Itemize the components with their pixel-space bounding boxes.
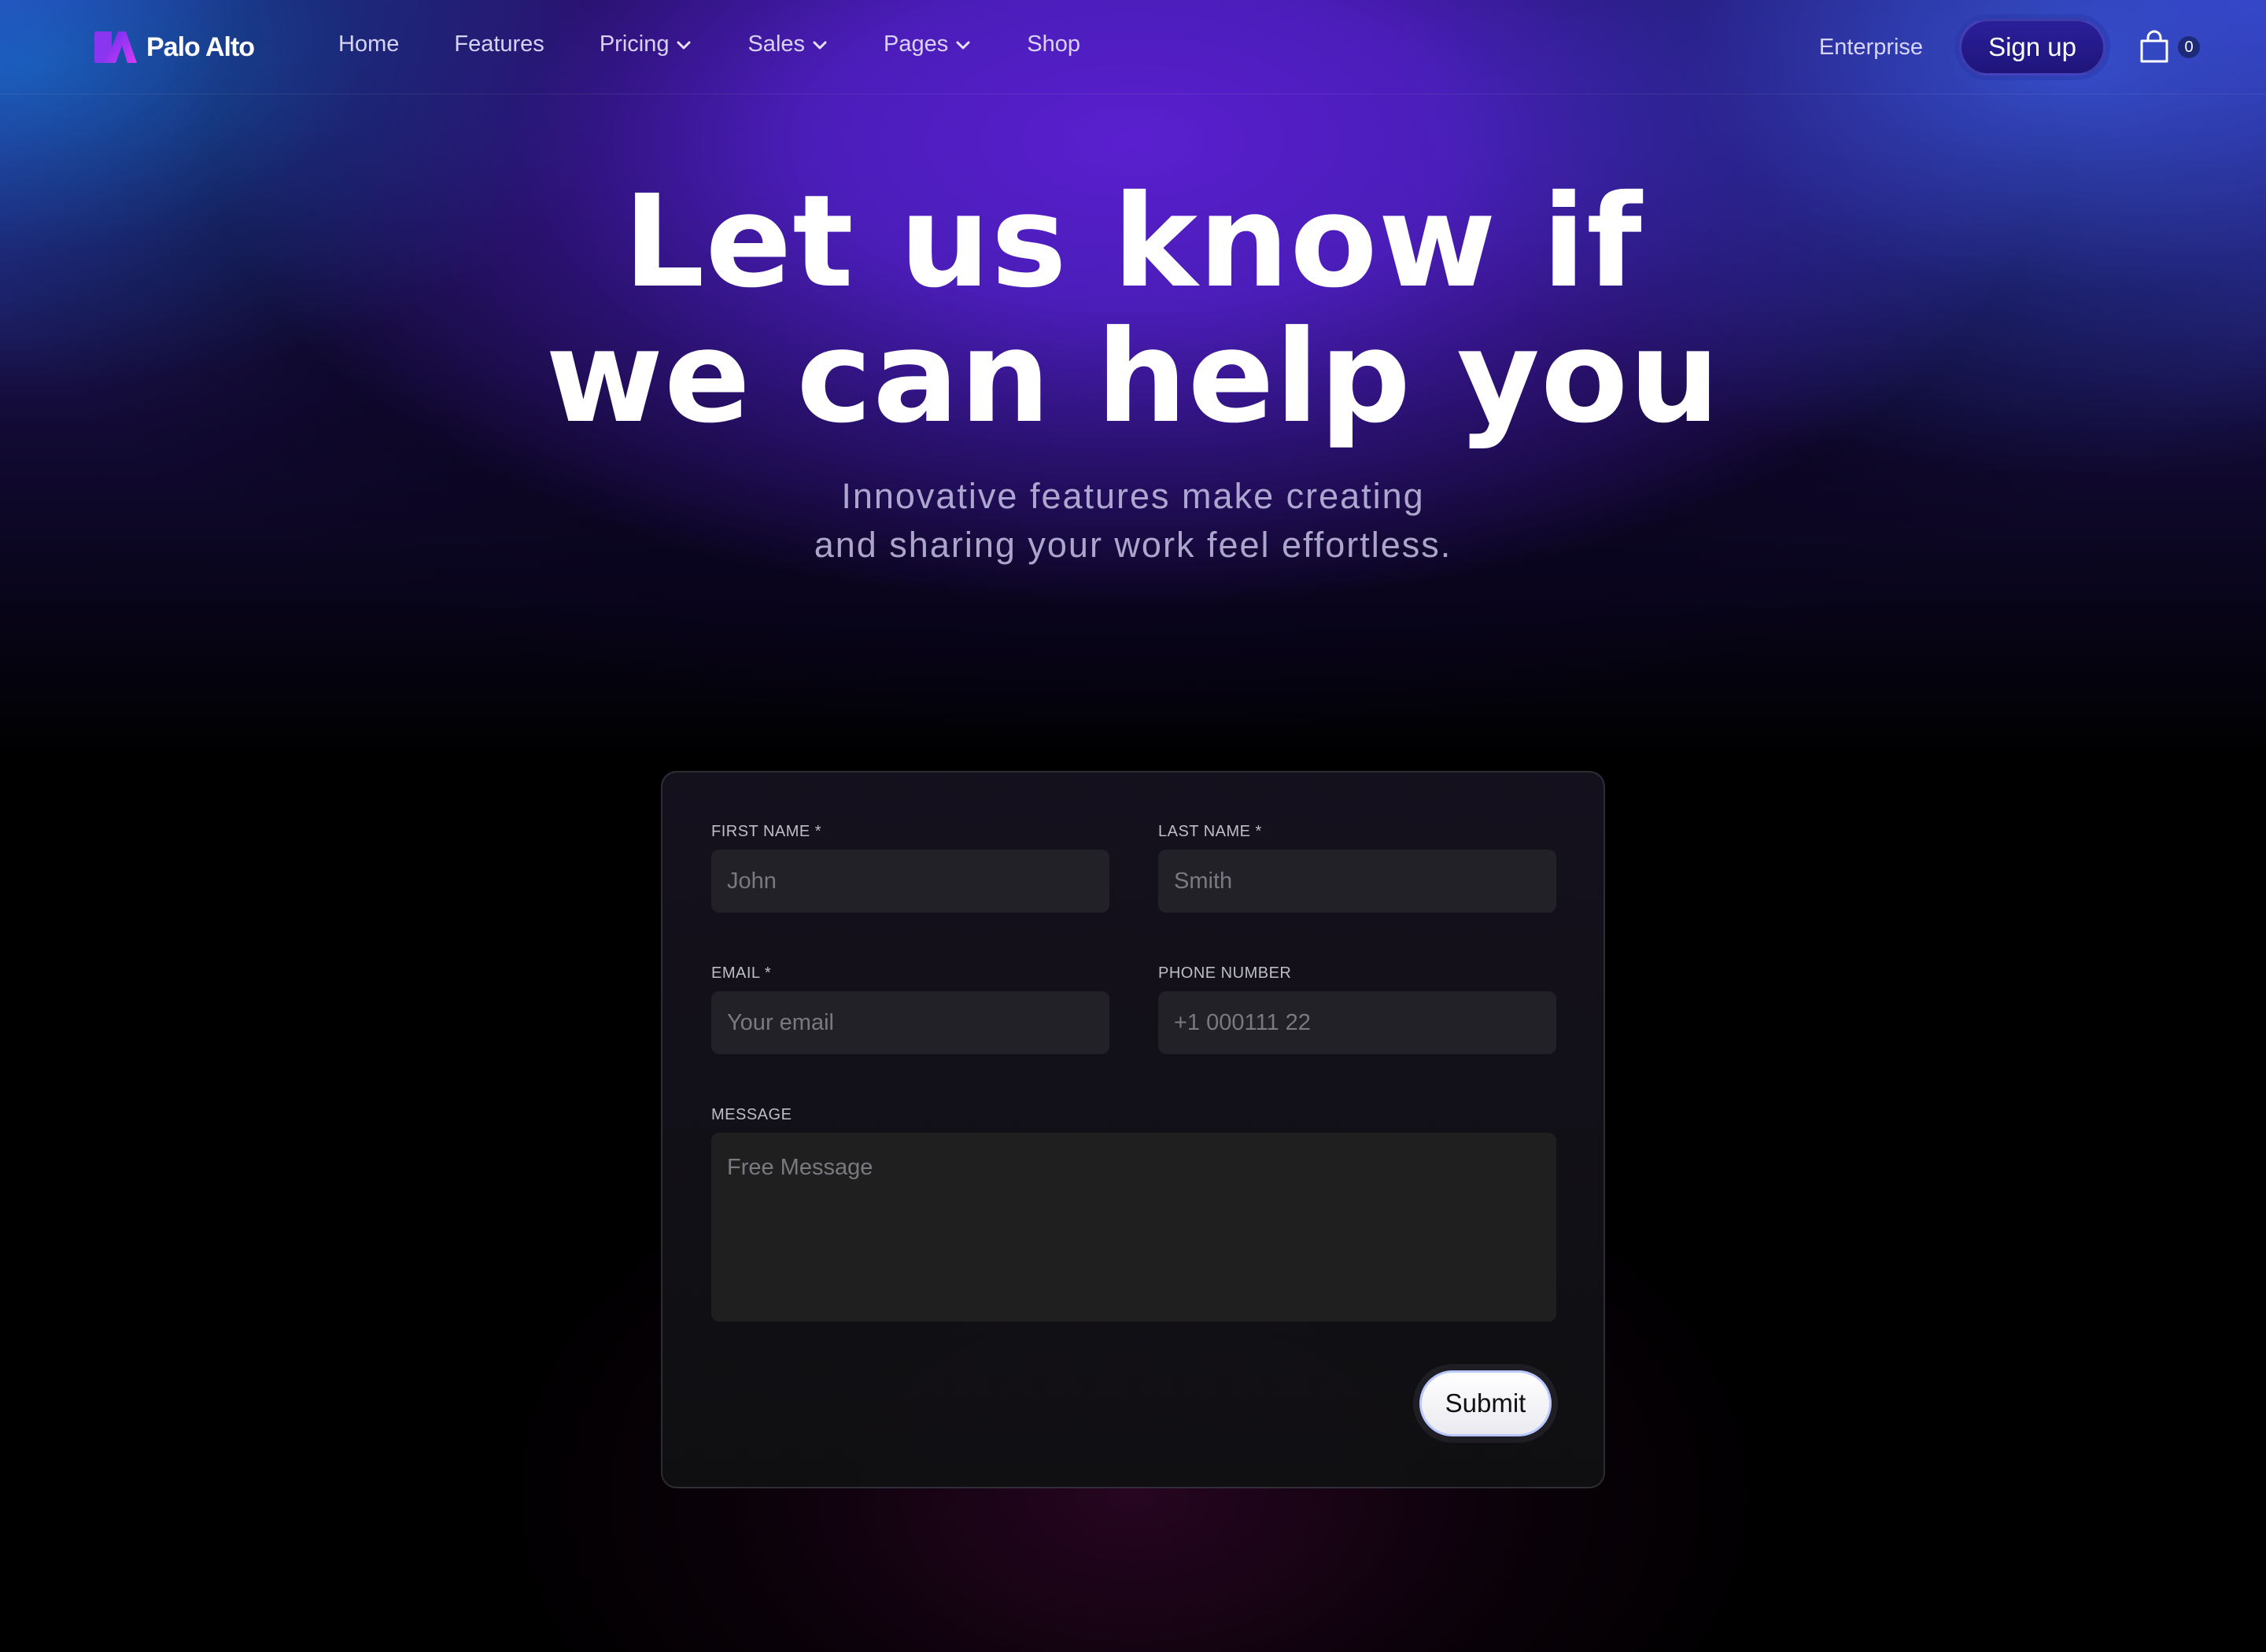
page-title: Let us know if we can help you [0, 175, 2266, 445]
page-subtitle-line2: and sharing your work feel effortless. [814, 525, 1452, 565]
nav-item-label: Pages [884, 31, 949, 57]
brand-logo[interactable]: Palo Alto [94, 28, 255, 66]
page-subtitle: Innovative features make creating and sh… [0, 472, 2266, 570]
nav-item-sales[interactable]: Sales [747, 31, 829, 57]
nav-item-pages[interactable]: Pages [884, 31, 972, 57]
enterprise-link[interactable]: Enterprise [1819, 35, 1923, 61]
page-title-line1: Let us know if [623, 168, 1643, 316]
first-name-field[interactable] [711, 850, 1109, 913]
nav-item-label: Shop [1027, 31, 1080, 57]
nav-item-home[interactable]: Home [338, 31, 399, 57]
nav-item-label: Pricing [599, 31, 670, 57]
top-navbar: Palo Alto Home Features Pricing Sales Pa… [0, 0, 2266, 94]
nav-actions: Enterprise Sign up 0 [1819, 19, 2200, 76]
cart-count-badge: 0 [2178, 36, 2200, 58]
nav-item-label: Home [338, 31, 400, 57]
page-subtitle-line1: Innovative features make creating [841, 476, 1425, 516]
email-field[interactable] [711, 991, 1109, 1054]
signup-button[interactable]: Sign up [1959, 19, 2105, 76]
phone-label: PHONE NUMBER [1158, 964, 1292, 982]
contact-page: Palo Alto Home Features Pricing Sales Pa… [0, 0, 2266, 1652]
chevron-down-icon [677, 41, 691, 49]
shopping-bag-icon [2140, 30, 2168, 63]
chevron-down-icon [956, 41, 970, 49]
nav-item-label: Features [454, 31, 544, 57]
last-name-label: LAST NAME * [1158, 823, 1262, 840]
page-title-line2: we can help you [545, 304, 1721, 452]
nav-links: Home Features Pricing Sales Pages Shop [338, 31, 1080, 57]
last-name-field[interactable] [1158, 850, 1556, 913]
nav-item-pricing[interactable]: Pricing [600, 31, 693, 57]
logo-mark-icon [94, 31, 137, 63]
first-name-label: FIRST NAME * [711, 823, 822, 840]
message-field[interactable] [711, 1133, 1556, 1322]
submit-button-wrap: Submit [1413, 1364, 1558, 1443]
message-label: MESSAGE [711, 1106, 792, 1123]
nav-item-label: Sales [747, 31, 806, 57]
nav-item-features[interactable]: Features [454, 31, 544, 57]
chevron-down-icon [813, 41, 827, 49]
email-label: EMAIL * [711, 964, 772, 982]
nav-item-shop[interactable]: Shop [1027, 31, 1080, 57]
phone-field[interactable] [1158, 991, 1556, 1054]
contact-form: FIRST NAME * LAST NAME * EMAIL * PHONE N… [661, 771, 1605, 1488]
submit-button[interactable]: Submit [1419, 1370, 1552, 1436]
signup-button-label: Sign up [1988, 32, 2076, 61]
cart-button[interactable]: 0 [2137, 30, 2200, 65]
brand-name: Palo Alto [146, 31, 255, 62]
